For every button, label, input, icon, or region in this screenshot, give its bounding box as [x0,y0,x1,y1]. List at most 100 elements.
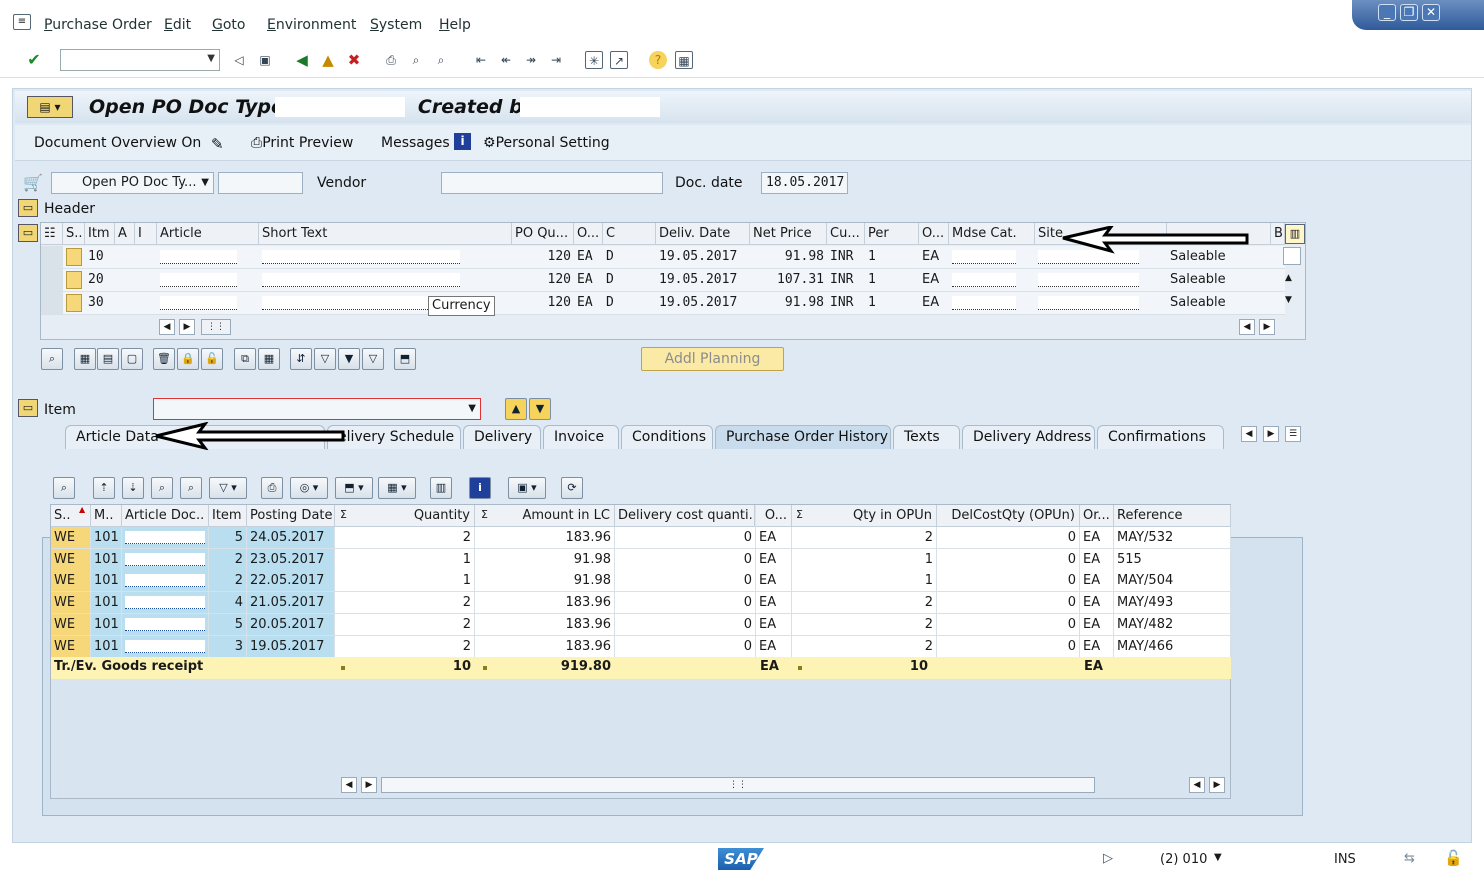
history-cell-dcq[interactable]: 0 [615,635,756,658]
back-small-icon[interactable]: ◁ [230,51,248,69]
items-cell-a[interactable] [115,246,135,269]
history-col-header[interactable]: Item [209,505,247,527]
history-col-header[interactable]: Amount in LC [475,505,615,527]
items-cell-mdse[interactable] [949,292,1035,315]
items-cell-article[interactable] [157,269,259,292]
tab-elivery-schedule[interactable]: elivery Schedule [327,425,461,449]
export-menu-icon[interactable]: ⬒ ▾ [335,477,373,499]
history-cell-date[interactable]: 24.05.2017 [247,527,335,549]
items-cell-i[interactable] [135,246,157,269]
menu-environment[interactable]: Environment [267,17,356,33]
scroll-left-icon[interactable]: ◀ [159,319,175,335]
scroll-down-icon[interactable]: ▼ [1285,295,1292,305]
col-header-b[interactable]: B [1271,223,1285,245]
history-cell-o[interactable]: EA [756,527,792,549]
tab-scroll-right-icon[interactable]: ▶ [1263,426,1279,442]
select-all-icon[interactable]: ▦ [74,348,96,370]
doc-date-field[interactable]: 18.05.2017 [761,172,848,194]
personal-setting-button[interactable]: ⚙Personal Setting [483,135,610,151]
help-icon[interactable]: ? [649,51,667,69]
items-cell-status[interactable] [63,246,85,269]
scroll-right-icon[interactable]: ▶ [361,777,377,793]
items-cell-site[interactable] [1035,269,1167,292]
col-header-net-price[interactable]: Net Price [750,223,827,245]
items-cell-uom[interactable]: EA [574,292,603,315]
history-cell-o[interactable]: EA [756,548,792,571]
chevron-down-icon[interactable]: ▼ [207,53,215,64]
scroll-up-icon[interactable]: ▲ [1285,273,1292,283]
vendor-field[interactable] [441,172,663,194]
history-cell-dcq[interactable]: 0 [615,548,756,571]
scroll-thumb[interactable]: ⋮⋮ [381,777,1095,793]
layout-icon[interactable]: ▦ [675,51,693,69]
chevron-down-icon[interactable]: ▼ [201,173,209,193]
history-cell-ref[interactable]: MAY/482 [1114,613,1231,636]
items-cell-c[interactable]: D [603,292,656,315]
command-field[interactable]: ▼ [60,49,220,71]
items-cell-qty[interactable]: 120 [512,246,574,269]
insert-row-icon[interactable]: ▦ [258,348,280,370]
history-cell-amt[interactable]: 183.96 [475,635,615,658]
tab-conditions[interactable]: Conditions [621,425,713,449]
deselect-all-icon[interactable]: ▤ [97,348,119,370]
history-col-header[interactable]: Delivery cost quanti... [615,505,755,527]
find-icon[interactable]: ⌕ [407,51,425,69]
sort-descending-icon[interactable]: ⇣ [122,477,144,499]
doc-type-select[interactable]: Open PO Doc Ty... ▼ [51,172,214,194]
history-cell-doc[interactable] [122,635,209,658]
col-header-short-text[interactable]: Short Text [259,223,512,245]
tab-delivery[interactable]: Delivery [463,425,541,449]
history-cell-item[interactable]: 5 [209,613,247,636]
history-cell-date[interactable]: 22.05.2017 [247,570,335,593]
history-cell-s[interactable]: WE [51,570,91,593]
history-cell-s[interactable]: WE [51,613,91,636]
tab-list-icon[interactable]: ☰ [1285,426,1301,442]
history-cell-ref[interactable]: MAY/493 [1114,592,1231,615]
items-cell-cur[interactable]: INR [827,292,865,315]
export-icon[interactable]: ⬒ [394,348,416,370]
col-header-order-unit[interactable]: O... [574,223,603,245]
items-cell-b[interactable] [1271,269,1285,292]
prev-page-icon[interactable]: ↞ [497,51,515,69]
history-col-header[interactable]: DelCostQty (OPUn) [937,505,1080,527]
history-cell-item[interactable]: 2 [209,548,247,571]
items-cell-short[interactable] [259,269,512,292]
history-cell-or[interactable]: EA [1080,548,1114,571]
sort-ascending-icon[interactable]: ⇡ [93,477,115,499]
document-icon[interactable]: ▤ ▾ [27,96,73,118]
expand-header-icon[interactable]: ▭ [18,199,38,217]
history-cell-dcqop[interactable]: 0 [937,613,1080,636]
col-header-a[interactable]: A [115,223,135,245]
history-cell-dcq[interactable]: 0 [615,592,756,615]
menu-purchase-order[interactable]: Purchase Order [44,17,152,33]
history-col-header[interactable]: O... [756,505,792,527]
filter-menu-icon[interactable]: ▽ ▾ [209,477,247,499]
col-header-c[interactable]: C [603,223,656,245]
scroll-thumb[interactable]: ⋮⋮ [201,319,231,335]
exit-icon[interactable]: ▲ [319,51,337,69]
history-cell-ref[interactable]: MAY/504 [1114,570,1231,593]
close-icon[interactable]: ✕ [1422,4,1440,21]
items-cell-price[interactable]: 107.31 [750,269,827,292]
collapse-item-detail-icon[interactable]: ▭ [18,399,38,417]
items-cell-price[interactable]: 91.98 [750,246,827,269]
history-cell-dcqop[interactable]: 0 [937,548,1080,571]
last-page-icon[interactable]: ⇥ [547,51,565,69]
history-cell-item[interactable]: 5 [209,527,247,549]
col-header-order-price-unit[interactable]: O... [919,223,949,245]
history-cell-amt[interactable]: 183.96 [475,613,615,636]
previous-item-icon[interactable]: ▲ [505,398,527,420]
items-cell-uom[interactable]: EA [574,246,603,269]
tab-confirmations[interactable]: Confirmations [1097,425,1224,449]
history-col-header[interactable]: M.. [91,505,122,527]
document-overview-button[interactable]: Document Overview On [34,135,201,151]
items-cell-cur[interactable]: INR [827,246,865,269]
items-cell-cur[interactable]: INR [827,269,865,292]
history-cell-doc[interactable] [122,527,209,549]
menu-icon[interactable]: ≡ [13,14,31,30]
items-cell-status[interactable] [63,269,85,292]
history-cell-dcq[interactable]: 0 [615,570,756,593]
delete-icon[interactable]: 🗑 [153,348,175,370]
history-cell-qop[interactable]: 2 [792,592,937,615]
items-cell-sel[interactable] [41,246,63,269]
